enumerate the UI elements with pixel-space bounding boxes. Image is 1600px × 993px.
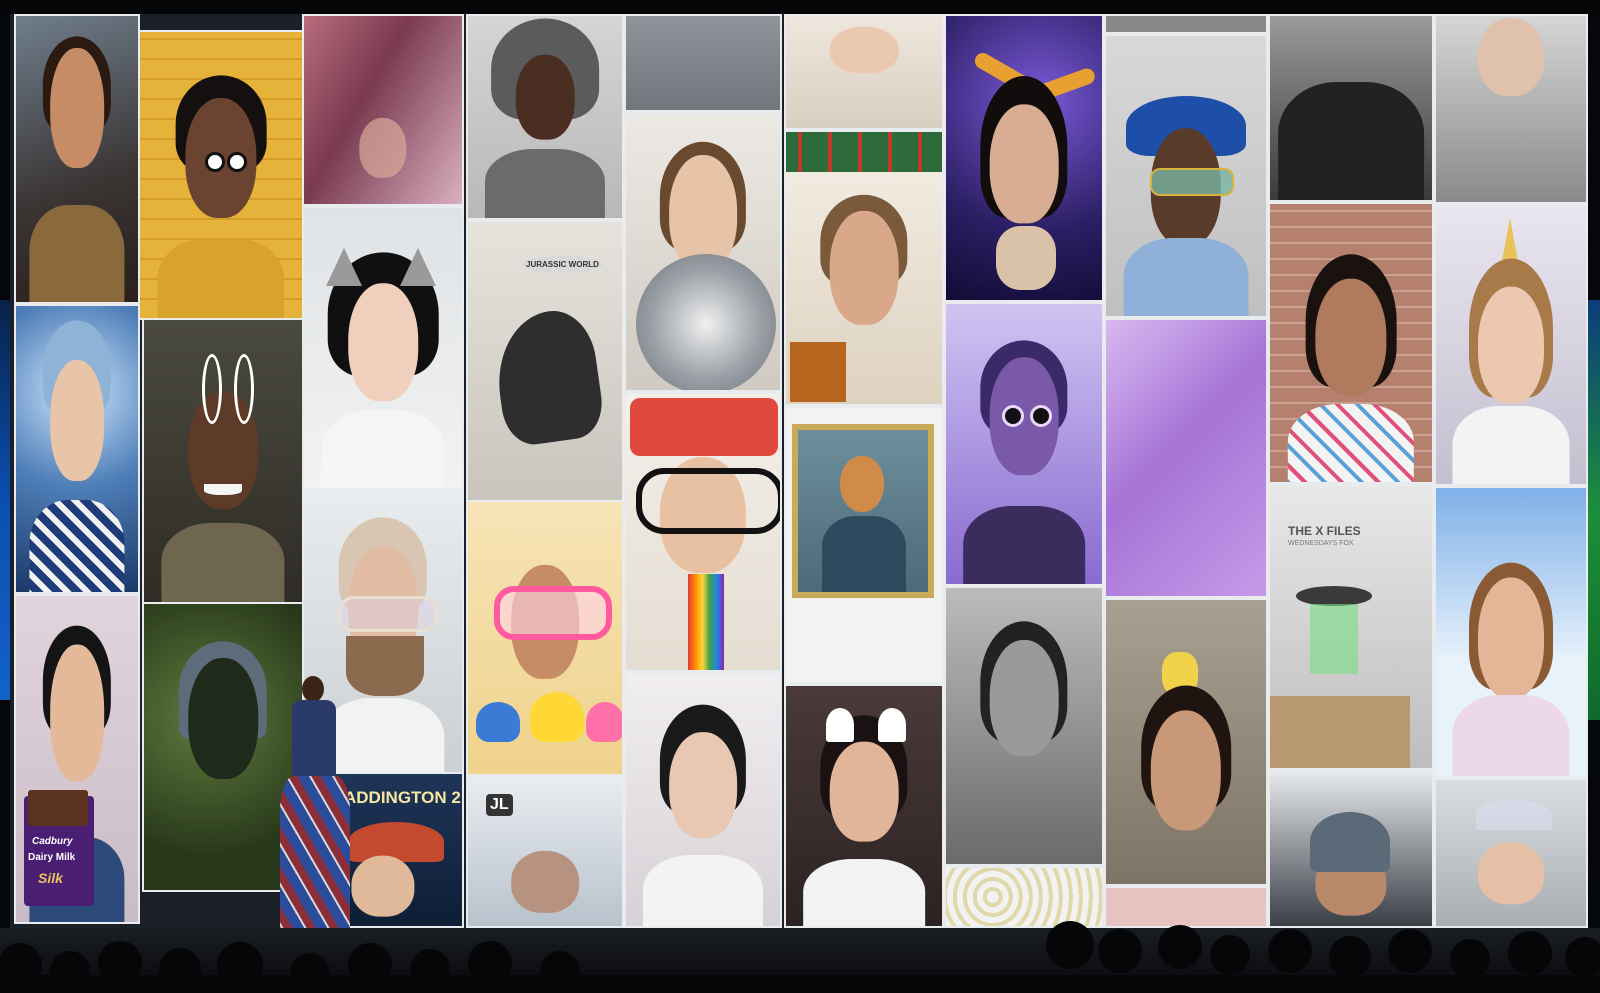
presenter-head <box>302 676 324 702</box>
goggles <box>494 586 612 640</box>
candy-brand: Cadbury <box>32 836 73 847</box>
photo-tile <box>624 392 782 672</box>
photo-tile: THE X FILES WEDNESDAYS FOX <box>1268 484 1434 770</box>
photo-tile <box>1104 598 1268 886</box>
photo-tile <box>302 14 464 206</box>
dinosaur <box>489 305 607 449</box>
photo-tile <box>1434 204 1588 486</box>
right-stage-light <box>1588 300 1600 720</box>
photo-tile <box>1104 318 1268 598</box>
photo-tile <box>784 130 944 406</box>
photo-tile <box>138 30 304 320</box>
jurassic-logo: JURASSIC WORLD <box>522 256 603 273</box>
projection-screen: Cadbury Dairy Milk Silk ADDINGTON 2 JURA… <box>10 14 1588 928</box>
jl-logo: JL <box>486 794 513 816</box>
cyber-helmet <box>1310 812 1390 872</box>
keynote-stage: Cadbury Dairy Milk Silk ADDINGTON 2 JURA… <box>0 0 1600 993</box>
xfiles-sub: WEDNESDAYS FOX <box>1288 540 1354 547</box>
desk <box>1270 696 1410 768</box>
photo-tile <box>784 406 944 684</box>
tractor-beam <box>1310 604 1358 674</box>
photo-tile: JURASSIC WORLD <box>466 220 624 502</box>
photo-tile <box>1268 14 1434 202</box>
tiara <box>1476 800 1552 830</box>
cat-ear <box>400 248 436 286</box>
candy-bar: Cadbury Dairy Milk Silk <box>24 790 94 906</box>
cat-face <box>996 226 1056 290</box>
photo-tile <box>466 14 624 220</box>
candy-label: Dairy Milk <box>28 852 76 863</box>
big-glasses <box>636 468 780 534</box>
painting-face <box>840 456 884 512</box>
presenter-top <box>292 700 336 784</box>
candy-chocolate <box>28 790 88 826</box>
top-band <box>0 0 1600 14</box>
photo-tile <box>944 302 1104 586</box>
photo-tile <box>1434 14 1588 204</box>
photo-tile: Cadbury Dairy Milk Silk <box>14 594 140 924</box>
xfiles-logo: THE X FILES <box>1288 524 1361 538</box>
photo-tile <box>624 672 782 928</box>
paddington-title: ADDINGTON 2 <box>344 788 461 807</box>
photo-tile <box>1434 486 1588 778</box>
rainbow-tongue <box>688 574 724 670</box>
photo-tile <box>624 14 782 112</box>
cat-ears <box>326 248 362 286</box>
painting-coat <box>822 516 906 592</box>
sunglasses <box>1150 168 1234 196</box>
photo-tile <box>784 14 944 130</box>
red-hat <box>348 822 444 862</box>
photo-tile <box>14 304 140 594</box>
left-stage-light <box>0 300 10 700</box>
photo-tile <box>944 586 1104 866</box>
dog-ear <box>878 708 906 742</box>
bunny-ear <box>234 354 254 424</box>
photo-tile <box>142 318 304 604</box>
ufo <box>1296 586 1372 606</box>
photo-tile <box>1104 14 1268 34</box>
photo-tile <box>302 206 464 490</box>
bunny-ears <box>202 354 222 424</box>
photo-tile <box>1268 202 1434 484</box>
shark <box>530 692 584 742</box>
dog-ears <box>826 708 854 742</box>
shark <box>586 702 622 742</box>
gingerbread-house <box>790 342 846 402</box>
beard <box>346 636 424 696</box>
photo-tile <box>784 684 944 928</box>
painting-frame <box>792 424 934 598</box>
beanie <box>630 398 778 456</box>
audience-silhouettes <box>0 921 1600 993</box>
photo-tile <box>944 14 1104 302</box>
glasses <box>338 596 438 632</box>
candy-sub: Silk <box>38 870 63 886</box>
photo-tile <box>1104 34 1268 318</box>
shield <box>636 254 776 390</box>
photo-tile <box>466 500 624 776</box>
shark <box>476 702 520 742</box>
photo-tile <box>14 14 140 304</box>
painting-canvas <box>798 430 928 592</box>
holly-border <box>786 132 942 172</box>
photo-tile <box>624 112 782 392</box>
